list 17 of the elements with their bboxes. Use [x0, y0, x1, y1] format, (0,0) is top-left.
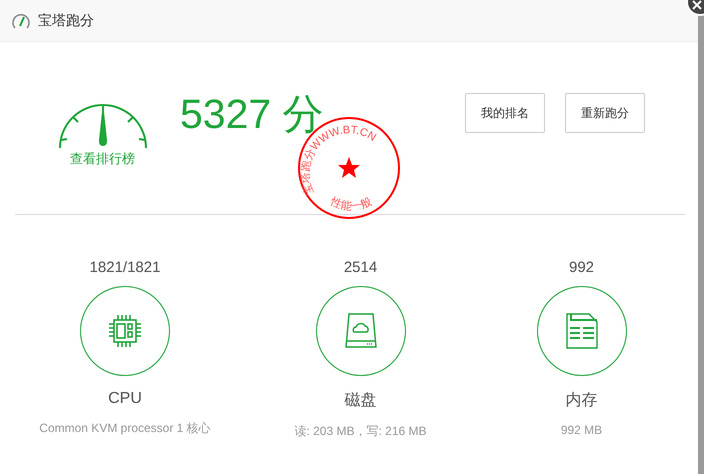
- close-icon: [692, 0, 702, 10]
- metric-detail: 992 MB: [560, 423, 602, 437]
- window-title: 宝塔跑分: [38, 12, 94, 30]
- chip-icon: [107, 313, 143, 349]
- action-button[interactable]: 重新跑分: [565, 93, 645, 133]
- speedometer-icon: [12, 12, 30, 28]
- metric-label: 内存: [566, 390, 598, 411]
- metric-label: 磁盘: [344, 391, 376, 411]
- metric-score: 2514: [344, 259, 378, 276]
- metric-detail: 读: 203 MB，写: 216 MB: [294, 423, 427, 440]
- metric-detail: Common KVM processor 1 核心: [39, 420, 211, 437]
- action-button[interactable]: 我的排名: [465, 93, 545, 133]
- metric-score: 1821/1821: [90, 259, 160, 276]
- metric-label: CPU: [108, 390, 142, 408]
- cloud-drive-icon: [344, 313, 376, 349]
- document-icon: [566, 313, 598, 349]
- metric-score: 992: [568, 259, 594, 276]
